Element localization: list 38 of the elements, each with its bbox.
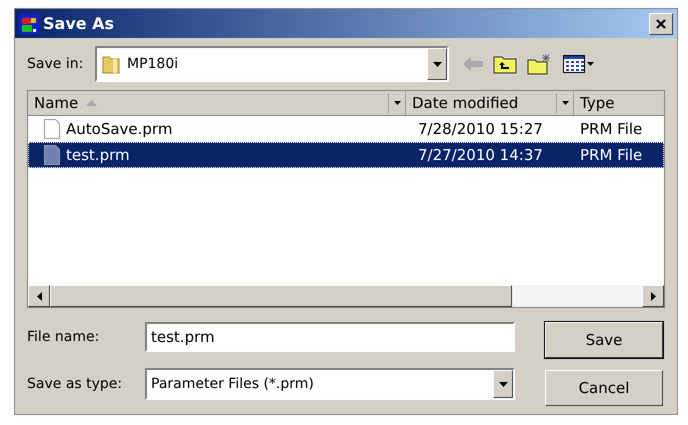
close-button[interactable] <box>649 12 673 34</box>
file-row[interactable]: test.prm 7/27/2010 14:37 PRM File <box>28 142 664 168</box>
left-arrow-icon <box>36 292 42 300</box>
document-icon <box>44 145 60 165</box>
caret-icon <box>587 62 594 66</box>
file-name-field[interactable]: test.prm <box>145 322 515 352</box>
close-icon <box>656 18 666 28</box>
caret-icon <box>394 101 400 105</box>
file-name-label: File name: <box>27 329 100 345</box>
new-folder-icon[interactable] <box>527 53 553 75</box>
type-cell: PRM File <box>580 146 642 164</box>
date-cell-text: 7/27/2010 14:37 <box>417 146 544 164</box>
save-as-type-label: Save as type: <box>27 376 124 392</box>
save-in-label: Save in: <box>27 56 84 72</box>
up-folder-icon[interactable] <box>493 54 517 74</box>
view-menu-button[interactable] <box>563 55 594 73</box>
save-in-dropdown[interactable]: MP180i <box>95 46 449 82</box>
document-icon <box>44 119 60 139</box>
right-arrow-icon <box>650 292 656 300</box>
save-button[interactable]: Save <box>545 322 663 358</box>
scroll-right-button[interactable] <box>642 285 664 307</box>
scroll-thumb[interactable] <box>50 285 512 307</box>
scroll-left-button[interactable] <box>28 285 50 307</box>
save-as-type-dropdown[interactable]: Parameter Files (*.prm) <box>145 368 515 400</box>
cancel-button[interactable]: Cancel <box>545 370 663 406</box>
type-cell: PRM File <box>580 120 642 138</box>
file-name: AutoSave.prm <box>66 120 172 138</box>
window-title: Save As <box>43 14 116 33</box>
column-header[interactable]: Date modified <box>406 91 574 115</box>
column-header[interactable]: Name <box>28 91 406 115</box>
file-row[interactable]: AutoSave.prm 7/28/2010 15:27 PRM File <box>28 116 664 142</box>
grid-view-icon <box>563 55 585 73</box>
file-name: test.prm <box>66 146 130 164</box>
column-header[interactable]: Type <box>574 91 664 115</box>
app-icon <box>19 14 39 34</box>
date-cell-text: 7/28/2010 15:27 <box>417 120 544 138</box>
sort-arrow-icon <box>86 100 98 106</box>
caret-icon <box>562 101 568 105</box>
